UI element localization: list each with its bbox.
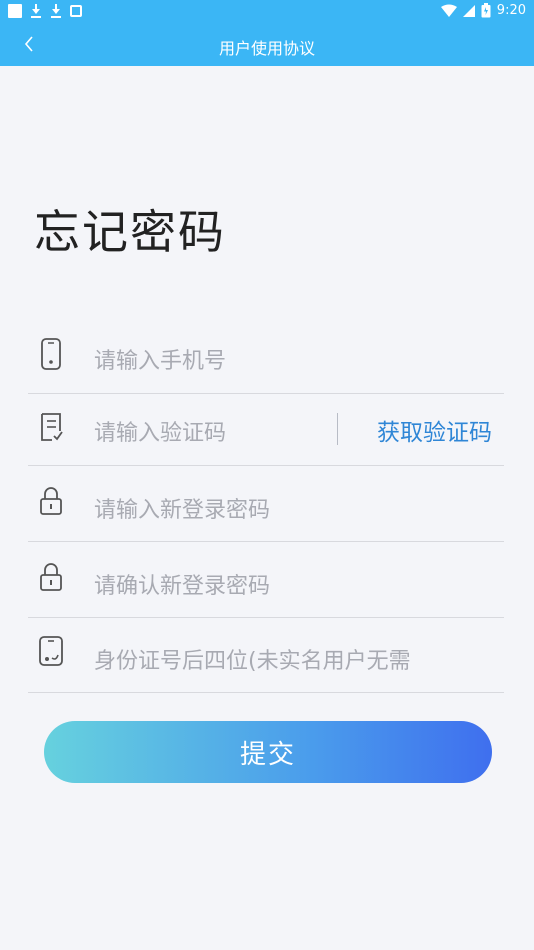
notification-square-icon — [8, 4, 22, 18]
confirm-password-row[interactable]: 请确认新登录密码 — [28, 541, 504, 618]
new-password-input[interactable]: 请输入新登录密码 — [94, 492, 270, 524]
signal-icon — [462, 4, 475, 17]
verification-code-row[interactable]: 请输入验证码 获取验证码 — [28, 393, 504, 466]
status-bar: 9:20 — [0, 0, 534, 24]
confirm-password-input[interactable]: 请确认新登录密码 — [94, 568, 270, 600]
download-icon — [50, 4, 62, 18]
get-code-button[interactable]: 获取验证码 — [377, 413, 492, 447]
navbar: 用户使用协议 — [0, 24, 534, 66]
page-title: 忘记密码 — [34, 205, 226, 259]
submit-button[interactable]: 提交 — [44, 721, 492, 783]
nav-title: 用户使用协议 — [218, 39, 315, 58]
lock-icon — [40, 487, 62, 515]
divider — [337, 413, 338, 445]
phone-row[interactable]: 请输入手机号 — [28, 320, 504, 394]
verification-doc-icon — [41, 413, 63, 441]
new-password-row[interactable]: 请输入新登录密码 — [28, 465, 504, 542]
phone-input[interactable]: 请输入手机号 — [94, 343, 226, 375]
lock-icon — [40, 563, 62, 591]
app-notification-icon — [70, 5, 82, 17]
download-icon — [30, 4, 42, 18]
id-number-row[interactable]: 身份证号后四位(未实名用户无需 — [28, 617, 504, 693]
battery-icon — [481, 3, 491, 18]
verification-code-input[interactable]: 请输入验证码 — [94, 415, 226, 447]
phone-icon — [41, 338, 61, 370]
id-last-four-input[interactable]: 身份证号后四位(未实名用户无需 — [94, 643, 411, 675]
wifi-icon — [440, 4, 457, 17]
id-card-icon — [39, 636, 63, 666]
clock: 9:20 — [496, 3, 526, 18]
